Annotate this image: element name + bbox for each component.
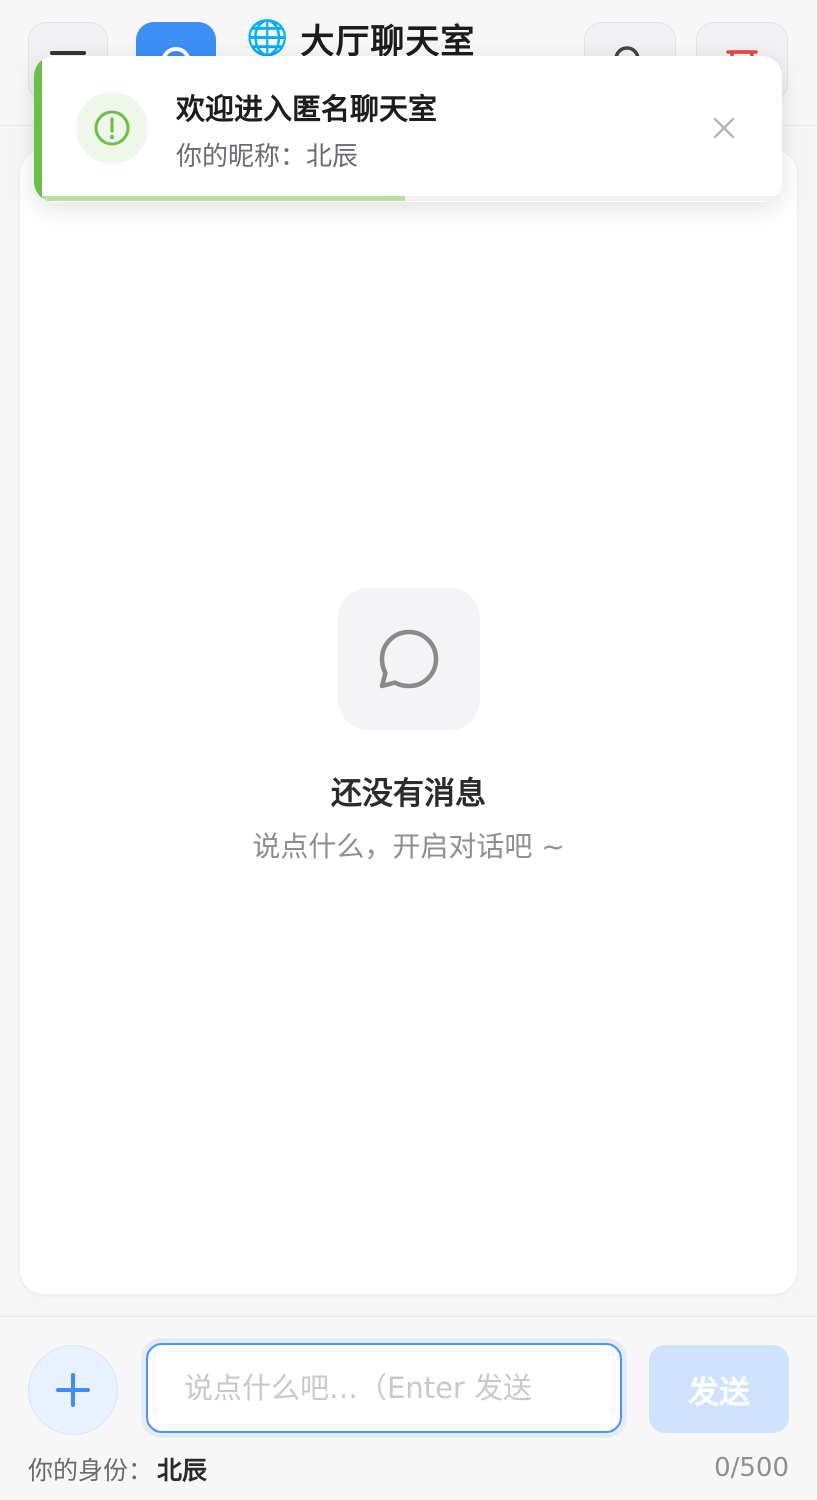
identity-label: 你的身份： (28, 1456, 154, 1485)
globe-icon: 🌐 (246, 18, 289, 58)
toast-title: 欢迎进入匿名聊天室 (176, 92, 438, 126)
close-icon (713, 117, 735, 139)
message-input[interactable] (146, 1343, 622, 1433)
toast-progress-track (42, 196, 782, 201)
identity-info: 你的身份： 北辰 (28, 1451, 207, 1487)
message-list[interactable]: 还没有消息 说点什么，开启对话吧 ~ (20, 150, 797, 1294)
composer: 发送 你的身份： 北辰 0/500 (0, 1316, 817, 1500)
empty-state: 还没有消息 说点什么，开启对话吧 ~ (20, 588, 797, 865)
char-counter: 0/500 (714, 1453, 789, 1483)
info-circle-icon (94, 110, 130, 146)
empty-state-icon-box (337, 588, 480, 730)
chat-page: 🌐 大厅聊天室 还没有消息 说点什么，开启对话吧 ~ 欢迎进入匿名聊天室 你的昵… (0, 0, 817, 1500)
toast-icon-wrap (76, 92, 148, 164)
empty-state-title: 还没有消息 (331, 776, 486, 812)
toast-close-button[interactable] (704, 108, 744, 148)
identity-name: 北辰 (157, 1456, 208, 1485)
toast-accent-bar (34, 56, 42, 202)
plus-icon (56, 1373, 90, 1407)
empty-state-subtitle: 说点什么，开启对话吧 ~ (252, 830, 565, 863)
toast-progress-bar (42, 196, 405, 201)
welcome-toast: 欢迎进入匿名聊天室 你的昵称：北辰 (34, 56, 782, 202)
send-button[interactable]: 发送 (649, 1345, 789, 1433)
page-title: 🌐 大厅聊天室 (246, 14, 475, 62)
toast-message: 你的昵称：北辰 (176, 142, 359, 172)
add-attachment-button[interactable] (28, 1345, 118, 1435)
chat-bubble-icon (379, 629, 438, 689)
